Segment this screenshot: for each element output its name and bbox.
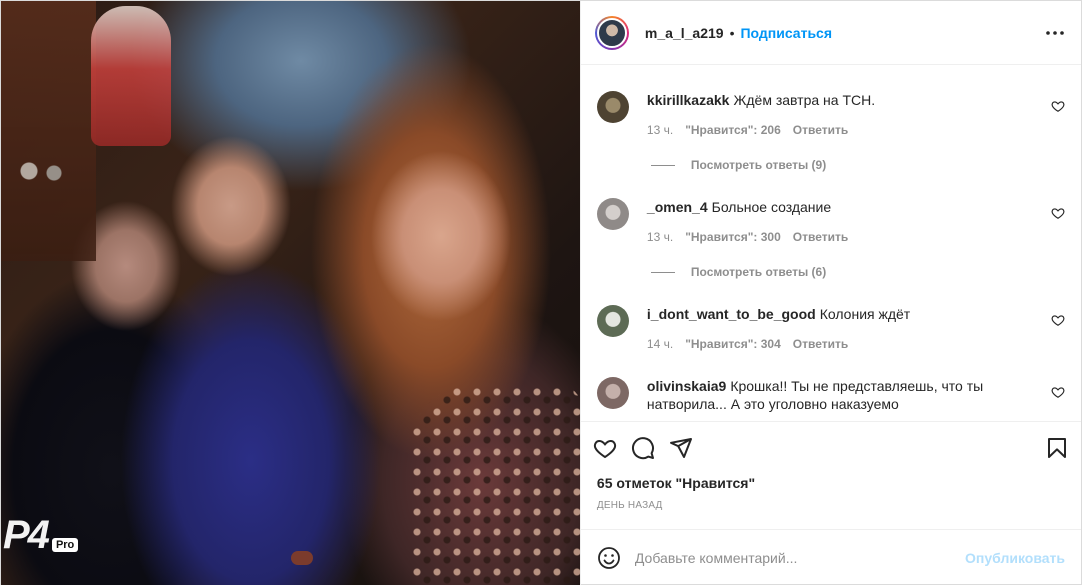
author-username[interactable]: m_a_l_a219 [645,25,724,41]
add-comment-bar: Опубликовать [580,529,1081,585]
post-timestamp[interactable]: ДЕНЬ НАЗАД [581,499,1081,529]
more-options-button[interactable] [1043,21,1067,45]
comment-item: olivinskaia9 Крошка!! Ты не представляешь… [596,351,1065,413]
post-photo[interactable]: P4 Pro [1,1,580,585]
author-avatar[interactable] [594,15,629,50]
watermark-badge: Pro [51,538,79,552]
comment-item: _omen_4 Больное создание 13 ч. "Нравится"… [596,172,1065,244]
comments-list[interactable]: kkirillkazakk Ждём завтра на ТСН. 13 ч. "… [581,65,1081,421]
comment-text: Ждём завтра на ТСН. [733,92,876,108]
commenter-username[interactable]: olivinskaia9 [647,378,726,394]
comment-thread: _omen_4 Больное создание 13 ч. "Нравится"… [596,172,1065,279]
view-replies-button[interactable]: Посмотреть ответы (9) [650,158,1065,172]
comment-time[interactable]: 13 ч. [647,230,673,244]
reply-button[interactable]: Ответить [793,337,848,351]
heart-icon[interactable] [1051,206,1065,220]
photo-background-doll [91,6,171,146]
replies-divider [650,271,675,273]
comment-text: Больное создание [711,199,832,215]
bookmark-icon[interactable] [1045,436,1069,460]
commenter-avatar[interactable] [596,198,629,230]
view-replies-label: Посмотреть ответы (9) [690,158,827,172]
commenter-username[interactable]: kkirillkazakk [647,92,730,108]
heart-icon[interactable] [1051,385,1065,399]
heart-icon[interactable] [593,436,617,460]
emoji-icon[interactable] [597,546,621,570]
comment-time[interactable]: 14 ч. [647,337,673,351]
commenter-avatar[interactable] [596,305,629,337]
comment-text: Колония ждёт [819,306,911,322]
replies-divider [650,164,675,166]
commenter-avatar[interactable] [596,377,629,409]
comment-input[interactable] [634,549,966,566]
view-replies-label: Посмотреть ответы (6) [690,265,827,279]
photo-dress-pattern [411,386,580,585]
comment-thread: olivinskaia9 Крошка!! Ты не представляешь… [596,351,1065,413]
post-side-panel: m_a_l_a219 • Подписаться kkirillkazakk Жд… [579,1,1081,585]
header-separator: • [729,24,735,41]
post-actions-bar [580,421,1081,473]
commenter-username[interactable]: _omen_4 [647,199,708,215]
share-icon[interactable] [669,436,693,460]
commenter-username[interactable]: i_dont_want_to_be_good [647,306,816,322]
comment-icon[interactable] [631,436,655,460]
more-horizontal-icon [1046,30,1064,35]
comment-likes[interactable]: "Нравится": 304 [685,337,781,351]
comment-likes[interactable]: "Нравится": 300 [685,230,781,244]
comment-thread: kkirillkazakk Ждём завтра на ТСН. 13 ч. "… [596,65,1065,172]
commenter-avatar[interactable] [596,91,629,123]
photo-watermark: P4 Pro [3,513,79,558]
comment-item: i_dont_want_to_be_good Колония ждёт 14 ч.… [596,279,1065,351]
comment-item: kkirillkazakk Ждём завтра на ТСН. 13 ч. "… [596,65,1065,137]
watermark-text: P4 [3,513,50,557]
heart-icon[interactable] [1051,99,1065,113]
comment-thread: i_dont_want_to_be_good Колония ждёт 14 ч.… [596,279,1065,351]
photo-bracelet [291,551,313,565]
comment-likes[interactable]: "Нравится": 206 [685,123,781,137]
author-avatar-image [596,17,627,48]
publish-button[interactable]: Опубликовать [965,550,1065,566]
reply-button[interactable]: Ответить [793,230,848,244]
comment-time[interactable]: 13 ч. [647,123,673,137]
post-modal: P4 Pro m_a_l_a219 • Подписаться kkirillk… [0,0,1082,585]
reply-button[interactable]: Ответить [793,123,848,137]
photo-background-shelf [1,1,96,261]
post-header: m_a_l_a219 • Подписаться [580,1,1081,65]
follow-button[interactable]: Подписаться [740,25,832,41]
heart-icon[interactable] [1051,313,1065,327]
likes-count[interactable]: 65 отметок "Нравится" [581,473,1081,499]
view-replies-button[interactable]: Посмотреть ответы (6) [650,265,1065,279]
